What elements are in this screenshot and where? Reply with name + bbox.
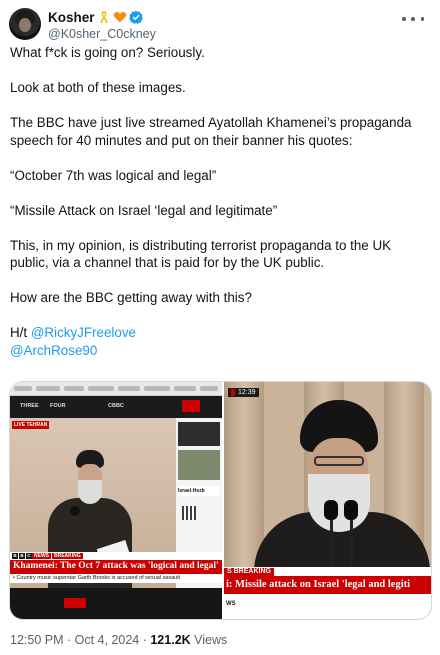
tweet-body: What f*ck is going on? Seriously. Look a… (10, 44, 430, 359)
tweet-time[interactable]: 12:50 PM (10, 633, 64, 647)
tweet-paragraph: What f*ck is going on? Seriously. (10, 45, 205, 60)
more-dot (402, 17, 406, 21)
meta-separator: · (139, 633, 151, 647)
bar-segment (64, 386, 84, 391)
verified-badge-icon (128, 10, 143, 24)
breaking-tag: BREAKING (52, 553, 83, 559)
tweet-header: Kosher @K0sher_C0ckney (9, 8, 428, 42)
tweet-paragraph: “October 7th was logical and legal” (10, 167, 217, 183)
more-dot (411, 17, 415, 21)
display-name[interactable]: Kosher (48, 10, 95, 25)
orange-heart-icon (113, 11, 126, 23)
tweet-date[interactable]: Oct 4, 2024 (75, 633, 140, 647)
news-tag: NEWS (32, 553, 51, 559)
more-options-icon[interactable] (402, 12, 424, 26)
live-time-badge: 12:39 (228, 388, 259, 397)
tweet-paragraph: The BBC have just live streamed Ayatolla… (10, 115, 412, 148)
views-label: Views (190, 633, 228, 647)
microphone (344, 500, 358, 520)
tweet-paragraph: Look at both of these images. (10, 80, 186, 95)
tweet-meta: 12:50 PM · Oct 4, 2024 · 121.2K Views (10, 633, 227, 647)
bar-segment (88, 386, 114, 391)
bbc-news-strip: S BREAKING (224, 567, 431, 576)
bbc-logo-letter: B (12, 553, 18, 559)
breaking-tag: S BREAKING (224, 568, 274, 576)
tweet-paragraph: “Missile Attack on Israel ‘legal and leg… (10, 202, 278, 218)
live-tag: LIVE TEHRAN (12, 421, 50, 429)
bbc-logo: B B C (12, 553, 32, 559)
bar-segment (14, 386, 32, 391)
yellow-ribbon-icon (99, 11, 108, 23)
glasses (314, 456, 364, 466)
mention-link[interactable]: @ArchRose90 (10, 343, 97, 358)
author-names: Kosher @K0sher_C0ckney (48, 9, 156, 42)
channel-label: FOUR (50, 403, 66, 409)
side-thumbnail (178, 450, 220, 480)
browser-toolbar (10, 382, 222, 396)
tweet-paragraph: This, in my opinion, is distributing ter… (10, 237, 392, 271)
side-headline: Israel-Hezb (178, 486, 220, 496)
bar-segment (200, 386, 218, 391)
side-thumbnail (178, 422, 220, 446)
media-grid: THREE FOUR CBBC LIVE TEHRAN Israel-Hezb … (9, 381, 432, 620)
tv-channel-bar: THREE FOUR CBBC (10, 396, 222, 418)
bar-segment (174, 386, 196, 391)
bbc-logo-letter: B (19, 553, 25, 559)
tweet-paragraph: How are the BBC getting away with this? (10, 290, 252, 305)
tv-bottom-label: WS (224, 594, 431, 619)
bbc-news-strip: B B C NEWS BREAKING (10, 552, 222, 560)
live-time: 12:39 (238, 389, 256, 396)
microphone (70, 506, 80, 516)
news-ticker: • Country music superstar Garth Brooks i… (10, 574, 222, 583)
beard (308, 474, 370, 532)
tweet: Kosher @K0sher_C0ckney What f*ck is goin… (0, 0, 440, 655)
avatar[interactable] (9, 8, 41, 40)
more-dot (420, 17, 424, 21)
microphone (324, 500, 338, 520)
views-count[interactable]: 121.2K (150, 633, 190, 647)
bar-segment (144, 386, 170, 391)
news-channel-tile (182, 400, 200, 412)
mention-line: @ArchRose90 (10, 342, 430, 360)
news-headline: Khamenei: The Oct 7 attack was 'logical … (10, 560, 222, 574)
beard (78, 480, 102, 504)
channel-label: CBBC (108, 403, 124, 409)
media-image-right[interactable]: 12:39 S BREAKING i: Missile attack on Is… (224, 382, 431, 619)
hat-tip-prefix: H/t (10, 325, 31, 340)
media-image-left[interactable]: THREE FOUR CBBC LIVE TEHRAN Israel-Hezb … (10, 382, 222, 619)
hat-tip-line: H/t @RickyJFreelove (10, 324, 430, 342)
bbc-news-tile (64, 598, 86, 608)
avatar-face (19, 18, 31, 32)
channel-label: THREE (20, 403, 39, 409)
bar-segment (118, 386, 140, 391)
mention-link[interactable]: @RickyJFreelove (31, 325, 136, 340)
news-headline: i: Missile attack on Israel 'legal and l… (224, 576, 431, 594)
meta-separator: · (63, 633, 75, 647)
bar-segment (36, 386, 60, 391)
live-indicator (231, 389, 235, 396)
display-name-row: Kosher (48, 9, 156, 25)
tv-bottom-bar (10, 588, 222, 619)
qr-code-icon (182, 506, 196, 520)
author-handle[interactable]: @K0sher_C0ckney (48, 27, 156, 41)
